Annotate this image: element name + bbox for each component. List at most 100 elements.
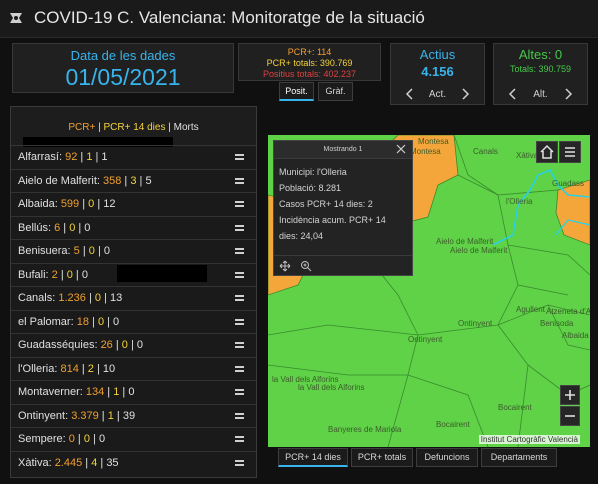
home-icon	[540, 144, 554, 159]
tab-graf[interactable]: Gràf.	[318, 82, 353, 101]
altes-nav-label: Alt.	[533, 89, 548, 100]
menu-icon[interactable]	[235, 154, 244, 162]
pcr-value: 2.445	[54, 456, 83, 469]
tab-posit[interactable]: Posit.	[279, 82, 314, 101]
chevron-right-icon[interactable]	[460, 88, 470, 100]
menu-icon[interactable]	[235, 248, 244, 256]
morts-value: 0	[103, 245, 110, 257]
value-separator: |	[104, 315, 114, 328]
menu-icon[interactable]	[235, 177, 244, 186]
legend-pcr14: PCR+ 14 dies	[103, 122, 166, 133]
legend-separator: |	[165, 122, 174, 133]
municipality-name: Aielo de Malferit:	[18, 174, 103, 187]
menu-icon[interactable]	[235, 459, 244, 468]
list-item[interactable]: Albaida: 599 | 0 | 12	[11, 192, 256, 216]
municipality-name: Alfarrasí:	[18, 151, 66, 163]
menu-icon[interactable]	[235, 201, 244, 209]
value-separator: |	[104, 386, 114, 398]
map-label: Banyeres de Mariola	[328, 425, 402, 434]
morts-value: 0	[84, 221, 91, 234]
value-separator: |	[119, 386, 129, 398]
list-item-text: Benisuera: 5 | 0 | 0	[18, 245, 110, 257]
municipality-name: Benisuera:	[18, 245, 74, 257]
map-label: Aielo de Malferit	[436, 237, 494, 246]
morts-value: 0	[81, 268, 88, 281]
value-separator: |	[74, 433, 84, 445]
zoom-to-icon[interactable]	[300, 260, 312, 272]
map-label: l'Olleria	[506, 197, 533, 206]
menu-icon[interactable]	[235, 224, 244, 233]
popup-toolbar	[274, 255, 412, 275]
map-label: Aielo de Malferit	[450, 246, 508, 255]
positius-total: Positius totals: 402.237	[262, 69, 357, 79]
menu-icon[interactable]	[235, 342, 244, 350]
legend-pcr: PCR+	[68, 122, 96, 133]
close-icon[interactable]	[396, 144, 406, 154]
map-label: Xàtiva	[516, 151, 539, 160]
list-item[interactable]: Sempere: 0 | 0 | 0	[11, 427, 256, 451]
menu-icon[interactable]	[235, 436, 244, 444]
value-separator: |	[97, 456, 107, 469]
layer-list-button[interactable]	[559, 141, 581, 163]
actius-nav: Act.	[391, 86, 484, 104]
tab-pcr-totals[interactable]: PCR+ totals	[351, 448, 413, 467]
menu-icon[interactable]	[235, 318, 244, 327]
list-item[interactable]: Alfarrasí: 92 | 1 | 1	[11, 145, 256, 169]
value-separator: |	[94, 198, 104, 210]
tab-pcr14[interactable]: PCR+ 14 dies	[278, 448, 348, 467]
list-item-text: Aielo de Malferit: 358 | 3 | 5	[18, 175, 152, 187]
list-item[interactable]: Canals: 1.236 | 0 | 13	[11, 286, 256, 310]
list-item[interactable]: Bellús: 6 | 0 | 0	[11, 215, 256, 240]
value-separator: |	[77, 151, 87, 163]
list-item[interactable]: Xàtiva: 2.445 | 4 | 35	[11, 450, 256, 475]
list-rows: Alfarrasí: 92 | 1 | 1 Aielo de Malferit: …	[11, 145, 256, 474]
list-item[interactable]: Aielo de Malferit: 358 | 3 | 5	[11, 168, 256, 193]
municipality-name: Albaida:	[18, 198, 61, 210]
municipality-name: el Palomar:	[18, 315, 77, 328]
value-separator: |	[72, 268, 82, 281]
pcr-panel: PCR+: 114 PCR+ totals: 390.769 Positius …	[238, 43, 381, 81]
menu-icon[interactable]	[235, 365, 244, 374]
list-item[interactable]: el Palomar: 18 | 0 | 0	[11, 309, 256, 334]
chevron-right-icon[interactable]	[563, 88, 573, 100]
home-button[interactable]	[536, 141, 558, 163]
map-attribution: Institut Cartogràfic Valencià	[478, 435, 580, 444]
menu-icon[interactable]	[235, 271, 244, 280]
pcr-value: 1.236	[58, 292, 86, 304]
pcr-value: 134	[85, 386, 105, 398]
list-item[interactable]: Benisuera: 5 | 0 | 0	[11, 239, 256, 263]
municipality-name: Guadasséquies:	[18, 339, 101, 351]
pcr-value: 26	[100, 339, 113, 351]
list-item[interactable]: Montaverner: 134 | 1 | 0	[11, 380, 256, 404]
list-item[interactable]: Ontinyent: 3.379 | 1 | 39	[11, 403, 256, 428]
pcr-total: PCR+ totals: 390.769	[266, 58, 353, 68]
value-separator: |	[79, 245, 89, 257]
map-label: Ontinyent	[458, 319, 493, 328]
value-separator: |	[112, 339, 122, 351]
zoom-in-button[interactable]	[560, 385, 580, 405]
zoom-out-button[interactable]	[560, 406, 580, 426]
map-label: Agullent	[516, 305, 545, 314]
redacted-block	[117, 265, 207, 282]
morts-value: 13	[109, 292, 123, 304]
list-item[interactable]: Guadasséquies: 26 | 0 | 0	[11, 333, 256, 357]
tab-defuncions[interactable]: Defuncions	[416, 448, 478, 467]
map-label: Ontinyent	[408, 335, 443, 344]
municipality-name: Xàtiva:	[18, 456, 55, 469]
map-popup: Mostrando 1 Municipi: l'Olleria Població…	[273, 140, 413, 276]
pcr-value: 92	[65, 151, 78, 163]
value-separator: |	[101, 292, 110, 304]
altes-nav: Alt.	[494, 86, 587, 104]
municipality-name: Ontinyent:	[18, 409, 72, 422]
municipality-name: l'Olleria:	[18, 362, 61, 375]
value-separator: |	[93, 362, 103, 375]
tab-departaments[interactable]: Departaments	[481, 448, 557, 467]
list-item[interactable]: l'Olleria: 814 | 2 | 10	[11, 356, 256, 381]
menu-icon[interactable]	[235, 295, 244, 303]
morts-value: 1	[101, 151, 108, 163]
morts-value: 5	[145, 174, 152, 187]
pan-icon[interactable]	[279, 260, 291, 272]
menu-icon[interactable]	[235, 412, 244, 421]
menu-icon[interactable]	[235, 389, 244, 397]
actius-title: Actius	[419, 47, 456, 62]
